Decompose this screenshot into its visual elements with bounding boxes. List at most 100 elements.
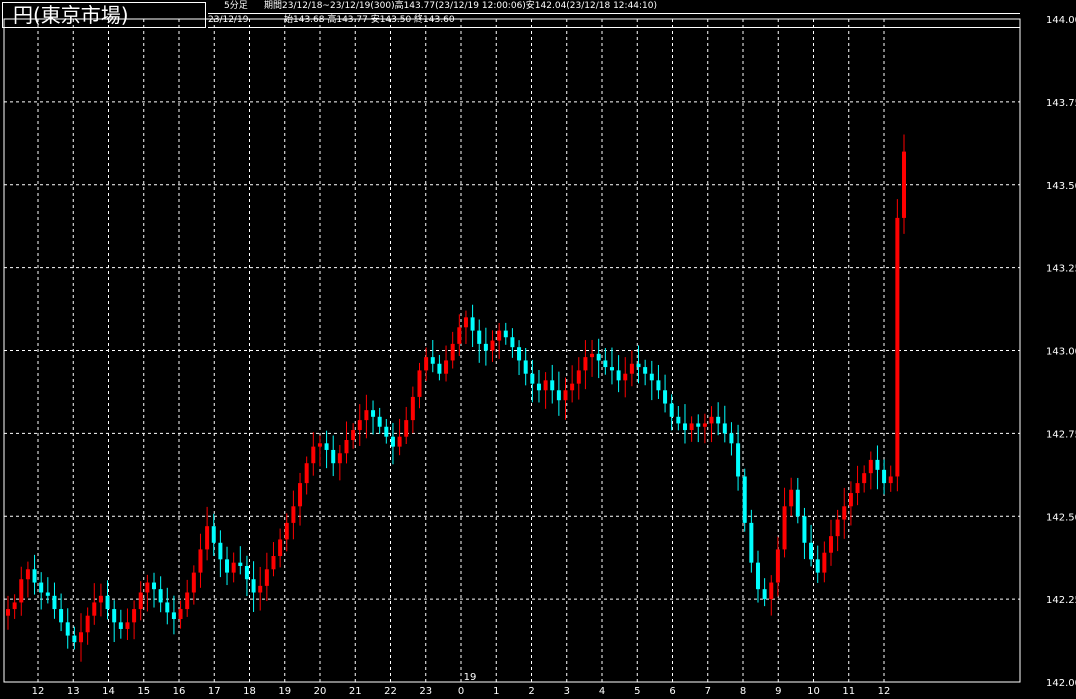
candle-body xyxy=(848,493,853,507)
candle-body xyxy=(304,463,309,484)
candle-body xyxy=(802,516,807,543)
candle-body xyxy=(623,373,628,381)
x-tick-label: 5 xyxy=(634,686,640,697)
candle-body xyxy=(371,410,376,417)
candle-body xyxy=(112,609,117,623)
candle-body xyxy=(238,562,243,566)
candle-body xyxy=(317,443,322,447)
x-tick-label: 6 xyxy=(669,686,675,697)
x-tick-label: 18 xyxy=(243,686,256,697)
candle-body xyxy=(205,526,210,550)
candle-body xyxy=(842,506,847,520)
candle-body xyxy=(178,609,183,620)
candle-body xyxy=(609,367,614,371)
candle-body xyxy=(284,522,289,540)
candle-body xyxy=(875,459,880,470)
x-tick-label: 14 xyxy=(102,686,115,697)
candle-body xyxy=(775,549,780,583)
candle-body xyxy=(669,403,674,417)
candle-body xyxy=(337,453,342,464)
candle-body xyxy=(709,416,714,424)
candle-body xyxy=(12,602,17,610)
candle-body xyxy=(258,585,263,593)
candle-body xyxy=(523,360,528,374)
x-tick-label: 11 xyxy=(842,686,855,697)
candle-body xyxy=(185,592,190,610)
candle-body xyxy=(463,317,468,328)
y-tick-label: 142.00 xyxy=(1046,678,1076,689)
y-tick-label: 143.75 xyxy=(1046,98,1076,109)
candle-body xyxy=(118,622,123,629)
candle-body xyxy=(749,522,754,563)
candle-body xyxy=(789,489,794,507)
candle-body xyxy=(191,572,196,593)
candle-body xyxy=(510,337,515,348)
candle-body xyxy=(483,343,488,351)
y-tick-label: 143.25 xyxy=(1046,264,1076,275)
candle-body xyxy=(404,420,409,437)
candle-body xyxy=(656,380,661,391)
candle-body xyxy=(736,443,741,477)
candle-body xyxy=(211,526,216,543)
x-tick-label: 4 xyxy=(599,686,605,697)
candle-body xyxy=(855,483,860,494)
candle-body xyxy=(809,542,814,560)
candle-body xyxy=(424,357,429,371)
candle-body xyxy=(152,582,157,590)
candle-body xyxy=(6,609,10,616)
x-tick-label: 9 xyxy=(775,686,781,697)
candle-body xyxy=(444,360,449,374)
x-tick-label: 12 xyxy=(878,686,891,697)
y-tick-label: 143.00 xyxy=(1046,347,1076,358)
candle-body xyxy=(430,357,435,364)
candle-body xyxy=(556,390,561,401)
candle-body xyxy=(616,370,621,381)
candle-body xyxy=(716,416,721,424)
candle-body xyxy=(490,340,495,351)
candle-body xyxy=(171,612,176,620)
candle-body xyxy=(755,562,760,590)
candle-body xyxy=(722,423,727,434)
candle-body xyxy=(543,380,548,391)
candle-body xyxy=(52,595,57,610)
candle-body xyxy=(158,589,163,603)
candle-body xyxy=(410,396,415,421)
y-tick-label: 142.25 xyxy=(1046,595,1076,606)
candle-body xyxy=(311,446,316,464)
x-tick-label: 7 xyxy=(705,686,711,697)
x-tick-label: 19 xyxy=(278,686,291,697)
candlestick-chart[interactable]: 144.00 143.75 143.50 143.25 143.00 142.75 142.… xyxy=(0,0,1076,699)
candle-body xyxy=(762,589,767,600)
candle-body xyxy=(477,330,482,344)
candle-body xyxy=(649,373,654,381)
candle-body xyxy=(25,569,30,580)
candle-body xyxy=(79,632,84,643)
candle-body xyxy=(19,579,24,603)
candle-body xyxy=(742,476,747,523)
candle-body xyxy=(271,556,276,570)
x-tick-label: 8 xyxy=(740,686,746,697)
candle-body xyxy=(729,433,734,444)
x-tick-label: 16 xyxy=(173,686,186,697)
candle-body xyxy=(530,373,535,384)
x-tick-label: 2 xyxy=(528,686,534,697)
candle-body xyxy=(676,416,681,424)
candle-body xyxy=(390,436,395,447)
x-tick-label: 12 xyxy=(32,686,45,697)
x-tick-label: 21 xyxy=(349,686,362,697)
candle-body xyxy=(795,489,800,517)
y-tick-label: 143.50 xyxy=(1046,181,1076,192)
candle-body xyxy=(39,582,44,593)
candle-body xyxy=(351,430,356,441)
candle-body xyxy=(583,357,588,371)
x-tick-label: 23 xyxy=(419,686,432,697)
candle-body xyxy=(298,483,303,507)
candle-body xyxy=(331,449,336,464)
x-tick-label: 15 xyxy=(137,686,150,697)
candle-body xyxy=(377,416,382,427)
candle-body xyxy=(85,615,90,633)
candle-body xyxy=(815,559,820,573)
y-tick-label: 142.75 xyxy=(1046,429,1076,440)
candle-body xyxy=(576,370,581,384)
candle-body xyxy=(198,549,203,573)
